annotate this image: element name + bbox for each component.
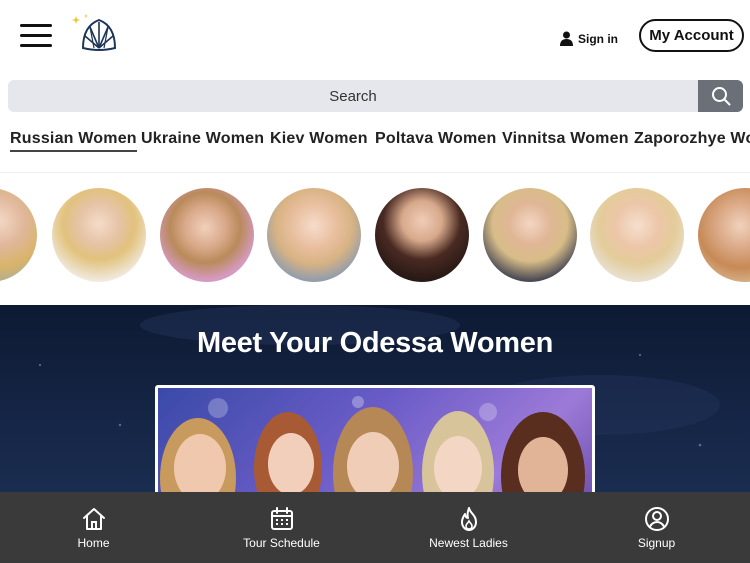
tab-tour-schedule-label: Tour Schedule	[243, 535, 320, 550]
nav-russian-women[interactable]: Russian Women	[10, 130, 137, 152]
bottom-tab-bar: Home Tour Schedule Newest Ladies Signup	[0, 492, 750, 563]
profile-avatar[interactable]	[160, 188, 254, 282]
profile-avatar[interactable]	[267, 188, 361, 282]
user-circle-icon	[644, 506, 669, 531]
sign-in-label: Sign in	[578, 31, 618, 46]
profile-avatar[interactable]	[698, 188, 750, 282]
search-bar	[8, 80, 743, 112]
shell-logo-icon[interactable]	[70, 14, 120, 54]
sign-in-link[interactable]: Sign in	[560, 31, 618, 46]
tab-home[interactable]: Home	[0, 492, 187, 563]
tab-newest-ladies[interactable]: Newest Ladies	[375, 492, 562, 563]
profile-avatar[interactable]	[0, 188, 37, 282]
search-button[interactable]	[698, 80, 743, 112]
search-input[interactable]	[8, 80, 698, 112]
divider	[0, 172, 750, 173]
home-icon	[82, 507, 105, 530]
user-icon	[560, 31, 573, 46]
profile-avatar[interactable]	[52, 188, 146, 282]
hamburger-menu-icon[interactable]	[20, 24, 52, 48]
search-icon	[711, 87, 730, 106]
profile-avatar[interactable]	[590, 188, 684, 282]
nav-zaporozhye-women[interactable]: Zaporozhye Wo	[634, 130, 750, 148]
calendar-icon	[270, 506, 293, 530]
my-account-button[interactable]: My Account	[639, 19, 744, 52]
my-account-label: My Account	[649, 27, 734, 44]
profile-avatar[interactable]	[483, 188, 577, 282]
nav-vinnitsa-women[interactable]: Vinnitsa Women	[502, 130, 629, 148]
nav-ukraine-women[interactable]: Ukraine Women	[141, 130, 264, 148]
tab-tour-schedule[interactable]: Tour Schedule	[188, 492, 375, 563]
tab-signup[interactable]: Signup	[563, 492, 750, 563]
profile-avatar[interactable]	[375, 188, 469, 282]
tab-signup-label: Signup	[637, 535, 676, 550]
category-nav: Russian Women Ukraine Women Kiev Women P…	[0, 130, 750, 158]
header: Sign in My Account	[0, 0, 750, 76]
nav-kiev-women[interactable]: Kiev Women	[270, 130, 368, 148]
profile-carousel	[0, 188, 750, 282]
flame-icon	[460, 506, 477, 531]
nav-poltava-women[interactable]: Poltava Women	[375, 130, 496, 148]
tab-home-label: Home	[77, 535, 110, 550]
banner-title: Meet Your Odessa Women	[197, 327, 553, 359]
tab-newest-ladies-label: Newest Ladies	[429, 535, 508, 550]
